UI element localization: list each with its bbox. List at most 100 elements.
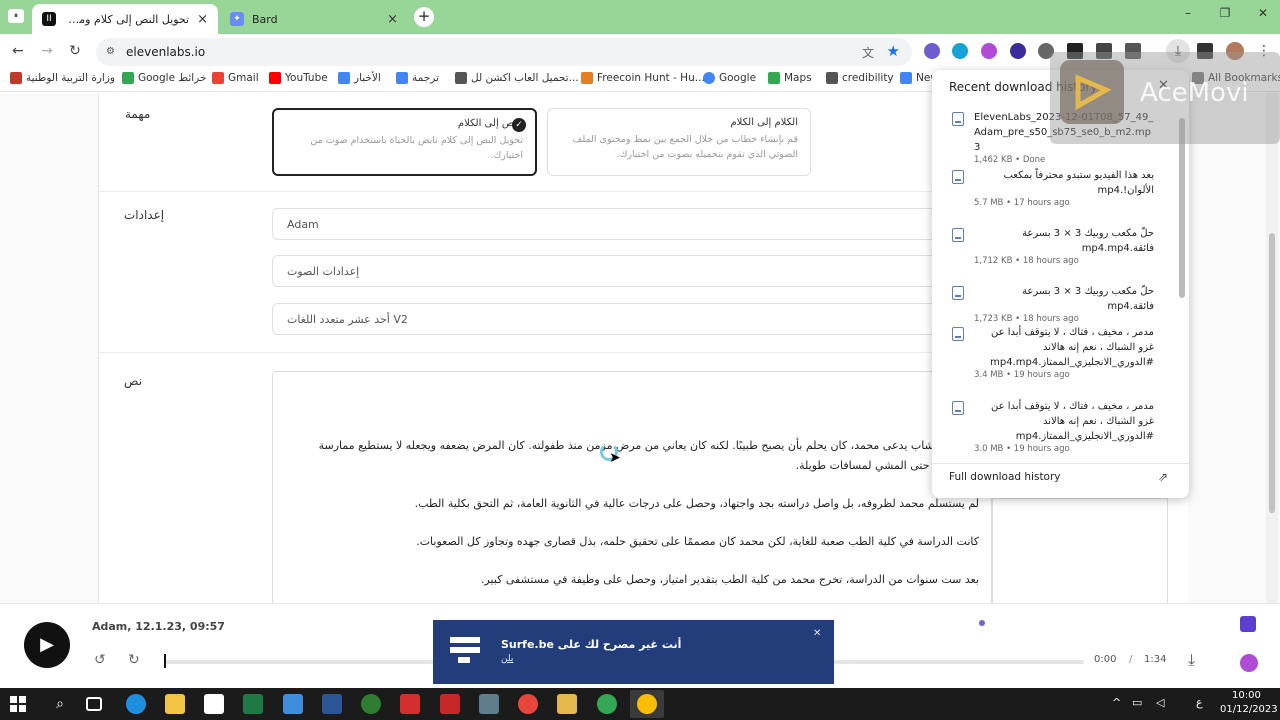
word-icon[interactable] (322, 694, 342, 714)
translate-icon[interactable]: 文 (862, 44, 874, 61)
download-item[interactable]: مدمر ، مخيف ، فتاك ، لا يتوقف أبدا عن غز… (932, 399, 1172, 454)
file-icon (952, 327, 964, 341)
close-tab-icon[interactable]: × (387, 12, 398, 27)
app-icon[interactable] (361, 694, 381, 714)
extension-icon[interactable] (952, 43, 968, 59)
app-icon[interactable] (400, 694, 420, 714)
card-title: الكلام إلى الكلام (730, 117, 798, 128)
bookmark-item[interactable]: Gmail (212, 72, 259, 84)
text-paragraph: كانت الدراسة في كلية الطب صعبة للغاية، ل… (416, 535, 979, 548)
bookmark-item[interactable]: YouTube (269, 72, 328, 84)
toast-link[interactable]: بلن (501, 654, 513, 664)
bookmark-icon (455, 72, 467, 84)
toast-title: أنت غير مصرح لك على Surfe.be (501, 638, 682, 651)
page-scrollbar[interactable] (1266, 93, 1278, 603)
progress-handle[interactable] (164, 654, 166, 668)
voice-settings-button[interactable]: إعدادات الصوت (272, 255, 972, 287)
excel-icon[interactable] (243, 694, 263, 714)
extension-icon[interactable] (981, 43, 997, 59)
play-button[interactable]: ▶ (24, 622, 70, 668)
voice-select[interactable]: Adam (272, 208, 972, 240)
bookmark-item[interactable]: ترجمة (396, 72, 439, 84)
address-bar[interactable]: ⚙ elevenlabs.io 文 ★ (96, 38, 912, 66)
windows-start-icon[interactable] (10, 696, 26, 712)
bookmark-item[interactable]: وزارة التربية الوطنية (10, 72, 115, 84)
edge-icon[interactable] (126, 694, 146, 714)
downloads-scrollbar[interactable] (1178, 110, 1186, 460)
tab-bard[interactable]: ✦ Bard × (220, 4, 408, 34)
extension-icon[interactable] (924, 43, 940, 59)
maps-icon (122, 72, 134, 84)
forward-icon[interactable]: ↻ (128, 652, 140, 668)
store-icon[interactable] (204, 694, 224, 714)
mouse-cursor-icon: ➤ (609, 450, 621, 466)
language-indicator[interactable]: ع (1196, 696, 1203, 709)
card-title: النص إلى الكلام (457, 118, 523, 129)
bookmark-item[interactable]: Google (703, 72, 756, 84)
app-icon[interactable] (440, 694, 460, 714)
google-icon (703, 72, 715, 84)
side-widget-icon[interactable] (1240, 616, 1256, 632)
download-item[interactable]: مدمر ، مخيف ، فتاك ، لا يتوقف أبدا عن غز… (932, 325, 1172, 380)
close-tab-icon[interactable]: × (197, 12, 208, 27)
bookmark-icon (10, 72, 22, 84)
search-icon[interactable]: ⌕ (50, 694, 70, 714)
app-icon[interactable] (479, 694, 499, 714)
app-icon[interactable] (283, 694, 303, 714)
rewind-icon[interactable]: ↺ (94, 652, 106, 668)
new-tab-button[interactable]: + (414, 7, 434, 27)
chrome-icon[interactable] (597, 694, 617, 714)
volume-icon[interactable]: ◁ (1156, 696, 1164, 709)
acemovi-logo-icon (1060, 60, 1124, 124)
model-select[interactable]: V2 أحد عشر متعدد اللغات (272, 303, 972, 335)
watermark-text: AceMovi (1140, 78, 1249, 108)
minimize-icon[interactable]: – (1173, 6, 1203, 20)
player-title: Adam, 12.1.23, 09:57 (92, 620, 225, 633)
back-icon[interactable]: ← (8, 41, 28, 61)
download-item[interactable]: حلّ مكعب روبيك 3 × 3 بسرعة فائقة.mp4.mp4… (932, 226, 1172, 266)
close-window-icon[interactable]: ✕ (1248, 6, 1278, 20)
bookmark-star-icon[interactable]: ★ (887, 42, 900, 60)
maximize-icon[interactable]: ❐ (1210, 6, 1240, 20)
bookmark-item[interactable]: الأخبار (338, 72, 381, 84)
file-explorer-icon[interactable] (165, 694, 185, 714)
tab-elevenlabs[interactable]: II تحويل النص إلى كلام ومولد الصو × (32, 4, 218, 34)
url-text: elevenlabs.io (126, 45, 206, 59)
download-item[interactable]: حلّ مكعب روبيك 3 × 3 بسرعة فائقة.mp4 1,72… (932, 284, 1172, 324)
chrome-icon[interactable] (518, 694, 538, 714)
sts-card[interactable]: الكلام إلى الكلام قم بإنشاء خطاب من خلال… (547, 108, 811, 176)
tts-card[interactable]: ✓ النص إلى الكلام تحويل النص إلى كلام نا… (272, 108, 537, 176)
close-toast-icon[interactable]: ✕ (813, 628, 821, 639)
bookmark-item[interactable]: credibility (826, 72, 894, 84)
reload-icon[interactable]: ↻ (65, 41, 85, 61)
file-icon (952, 228, 964, 242)
network-icon[interactable]: ▭ (1132, 696, 1142, 709)
task-view-icon[interactable] (86, 697, 102, 711)
extension-icon[interactable] (1010, 43, 1026, 59)
tray-chevron-icon[interactable]: ^ (1112, 696, 1121, 709)
indicator-dot (979, 620, 985, 626)
text-input[interactable]: قصة الأمل كان هناك شاب يدعى محمد، كان يح… (272, 371, 992, 603)
text-paragraph: كان هناك شاب يدعى محمد، كان يحلم بأن يصب… (318, 439, 979, 472)
download-item[interactable]: بعد هذا الفيديو ستبدو محترفاً بمكعب الأل… (932, 168, 1172, 208)
bookmark-item[interactable]: تحميل العاب اكشن لل... (455, 72, 579, 84)
clock-time: 10:00 (1232, 690, 1261, 701)
acemovi-icon[interactable] (557, 694, 577, 714)
forward-icon[interactable]: → (37, 41, 57, 61)
bookmark-icon (581, 72, 593, 84)
brain-extension-icon[interactable] (1240, 654, 1258, 672)
chrome-active-icon[interactable] (630, 690, 664, 718)
card-desc: تحويل النص إلى كلام نابض بالحياة باستخدا… (310, 135, 523, 161)
download-audio-icon[interactable]: ⤓ (1188, 650, 1195, 670)
card-desc: قم بإنشاء خطاب من خلال الجمع بين نمط ومح… (572, 134, 798, 160)
current-time: 0:00 (1094, 654, 1117, 665)
bookmark-icon (900, 72, 912, 84)
site-info-icon[interactable]: ⚙ (106, 46, 115, 57)
settings-label: إعدادات (124, 208, 165, 222)
full-download-history-link[interactable]: Full download history (949, 471, 1061, 483)
open-external-icon[interactable]: ⇗ (1158, 470, 1168, 484)
bookmark-item[interactable]: Freecoin Hunt - Hu... (581, 72, 705, 84)
tab-search-icon[interactable]: ⏸ (8, 9, 24, 23)
bookmark-item[interactable]: Google خرائط (122, 72, 206, 84)
bookmark-item[interactable]: Maps (768, 72, 812, 84)
